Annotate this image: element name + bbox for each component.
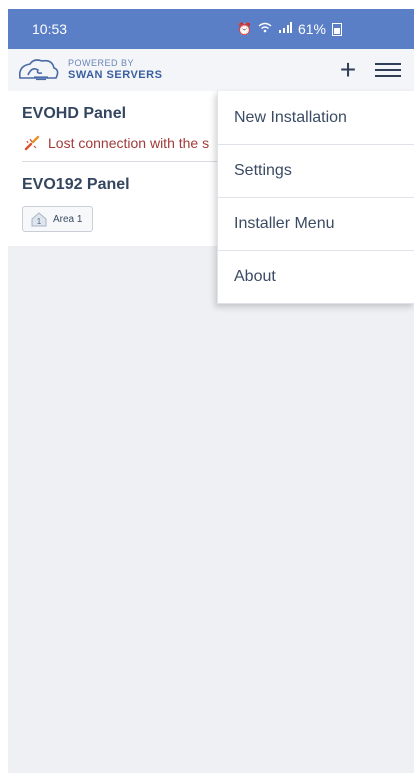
area-number: 1 <box>36 217 42 226</box>
swan-servers-logo: POWERED BY SWAN SERVERS <box>16 56 332 84</box>
signal-icon <box>278 22 292 36</box>
connection-warning-text: Lost connection with the s <box>48 135 210 151</box>
swan-logo-icon <box>18 59 59 81</box>
menu-button[interactable] <box>372 54 404 86</box>
battery-percent: 61% <box>297 21 326 37</box>
add-button[interactable]: + <box>332 54 364 86</box>
logo-powered-by: POWERED BY <box>68 58 135 68</box>
overflow-menu: New Installation Settings Installer Menu… <box>217 91 414 304</box>
wifi-icon <box>258 22 272 36</box>
menu-item-installer-menu[interactable]: Installer Menu <box>218 198 414 251</box>
battery-icon <box>332 22 342 36</box>
app-screen: 10:53 ⏰ 61% POWERED BY SWAN SERVERS + EV… <box>0 0 414 773</box>
plus-icon: + <box>339 54 357 85</box>
menu-item-about[interactable]: About <box>218 251 414 304</box>
logo-brand: SWAN SERVERS <box>68 69 163 81</box>
alarm-icon: ⏰ <box>237 22 252 36</box>
menu-item-settings[interactable]: Settings <box>218 145 414 198</box>
area-label: Area 1 <box>53 213 83 225</box>
status-icons: ⏰ 61% <box>237 21 342 37</box>
logo-text: POWERED BY SWAN SERVERS <box>68 59 162 81</box>
hamburger-icon <box>375 60 401 80</box>
status-time: 10:53 <box>32 21 68 37</box>
broken-connection-icon <box>24 135 40 151</box>
home-icon: 1 <box>31 211 47 227</box>
area-chip[interactable]: 1 Area 1 <box>22 206 94 232</box>
status-bar: 10:53 ⏰ 61% <box>8 9 414 49</box>
app-header: POWERED BY SWAN SERVERS + <box>8 49 414 91</box>
menu-item-new-installation[interactable]: New Installation <box>218 91 414 145</box>
